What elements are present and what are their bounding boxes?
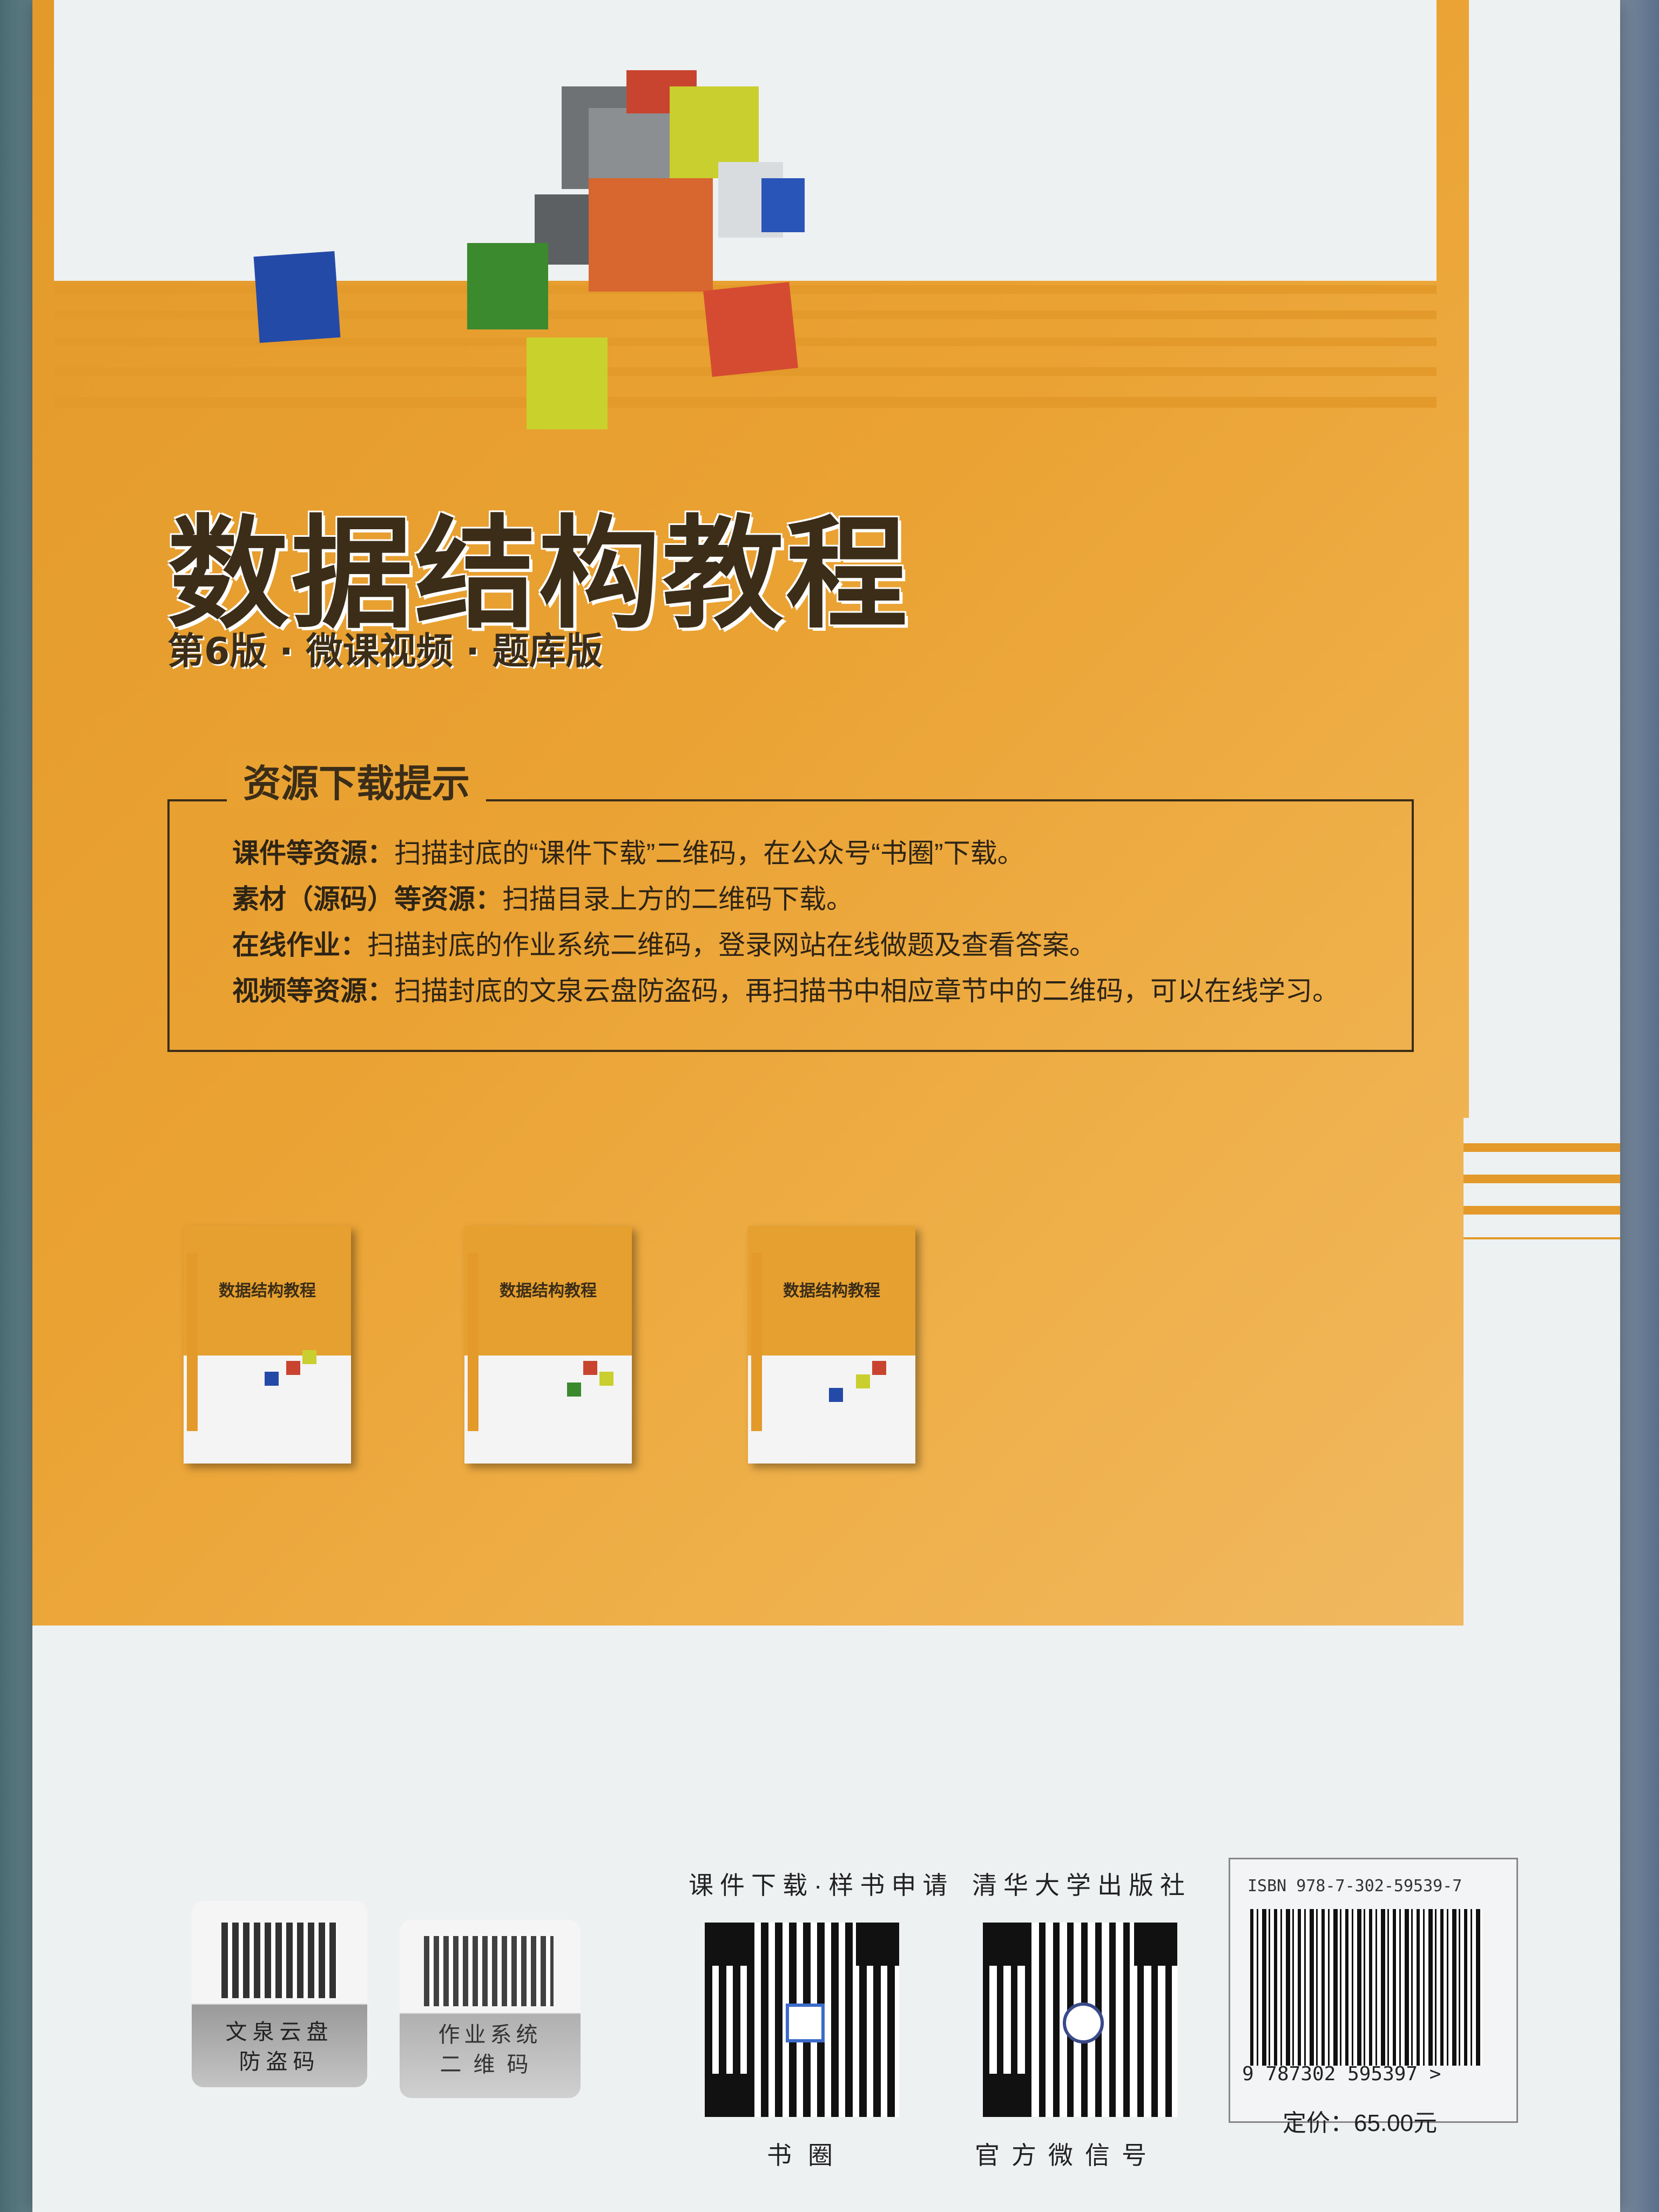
right-white-stripes	[1464, 1121, 1620, 1239]
qr-code	[221, 1923, 338, 1998]
red-x-cube	[703, 282, 798, 377]
resource-row: 课件等资源：扫描封底的“课件下载”二维码，在公众号“书圈”下载。	[232, 832, 1024, 871]
resource-text: 扫描封底的“课件下载”二维码，在公众号“书圈”下载。	[394, 838, 1024, 868]
resource-text: 扫描目录上方的二维码下载。	[502, 884, 853, 914]
thumbnail-title: 数据结构教程	[783, 1282, 880, 1300]
thumbnail-cube	[872, 1361, 886, 1375]
related-book-thumbnail: 数据结构教程	[748, 1226, 915, 1464]
resource-row: 视频等资源：扫描封底的文泉云盘防盗码，再扫描书中相应章节中的二维码，可以在线学习…	[232, 969, 1339, 1008]
homework-system-sticker[interactable]: 作业系统 二维码	[400, 1920, 581, 2098]
resource-label: 视频等资源：	[232, 976, 394, 1006]
book-subtitle: 第6版 · 微课视频 · 题库版	[167, 630, 603, 673]
isbn-text: ISBN 978-7-302-59539-7	[1247, 1877, 1462, 1896]
thumbnail-cube	[856, 1374, 870, 1388]
anti-counterfeit-sticker[interactable]: 文泉云盘 防盗码	[192, 1901, 367, 2087]
stripe	[54, 397, 1437, 408]
resource-text: 扫描封底的作业系统二维码，登录网站在线做题及查看答案。	[367, 930, 1096, 960]
orange-cube	[589, 178, 713, 292]
sticker-label: 防盗码	[239, 2050, 320, 2074]
qr-code	[424, 1936, 554, 2006]
qr-caption-top: 课件下载·样书申请	[689, 1871, 954, 1899]
resource-heading: 资源下载提示	[227, 753, 486, 808]
qr-caption-top: 清华大学出版社	[972, 1871, 1191, 1899]
resource-label: 课件等资源：	[232, 838, 394, 868]
thumbnail-cube	[583, 1361, 597, 1375]
qr-code-publisher[interactable]	[983, 1923, 1177, 2117]
barcode	[1250, 1909, 1482, 2066]
barcode-digits: 9 787302 595397 >	[1242, 2063, 1441, 2085]
resource-label: 在线作业：	[232, 930, 367, 960]
resource-row: 素材（源码）等资源：扫描目录上方的二维码下载。	[232, 878, 853, 916]
resource-row: 在线作业：扫描封底的作业系统二维码，登录网站在线做题及查看答案。	[232, 923, 1096, 962]
thumbnail-cube	[286, 1361, 300, 1375]
related-book-thumbnail: 数据结构教程	[184, 1226, 351, 1464]
qr-code-courseware[interactable]	[705, 1923, 899, 2117]
publisher-logo-icon	[1063, 2002, 1104, 2044]
thumbnail-cube	[567, 1382, 581, 1397]
price-label: 定价：65.00元	[1283, 2110, 1438, 2136]
related-book-thumbnail: 数据结构教程	[464, 1226, 632, 1464]
sticker-label: 文泉云盘	[225, 2020, 334, 2044]
qr-caption-bottom: 官方微信号	[975, 2141, 1158, 2169]
thumbnail-cube	[302, 1350, 316, 1364]
sticker-label: 二维码	[440, 2053, 541, 2076]
resource-text: 扫描封底的文泉云盘防盗码，再扫描书中相应章节中的二维码，可以在线学习。	[394, 976, 1339, 1006]
green-cube	[467, 243, 548, 329]
blue-cube	[761, 178, 805, 232]
thumbnail-cube	[599, 1372, 613, 1386]
yellow-puzzle-cube	[527, 338, 608, 429]
resource-label: 素材（源码）等资源：	[232, 884, 502, 914]
sticker-label: 作业系统	[438, 2023, 542, 2047]
thumbnail-title: 数据结构教程	[219, 1282, 316, 1300]
book-icon	[786, 2004, 825, 2042]
qr-caption-bottom: 书圈	[767, 2141, 849, 2169]
blue-cube-left	[253, 251, 341, 343]
thumbnail-title: 数据结构教程	[500, 1282, 597, 1300]
thumbnail-cube	[829, 1388, 843, 1402]
thumbnail-cube	[265, 1372, 279, 1386]
